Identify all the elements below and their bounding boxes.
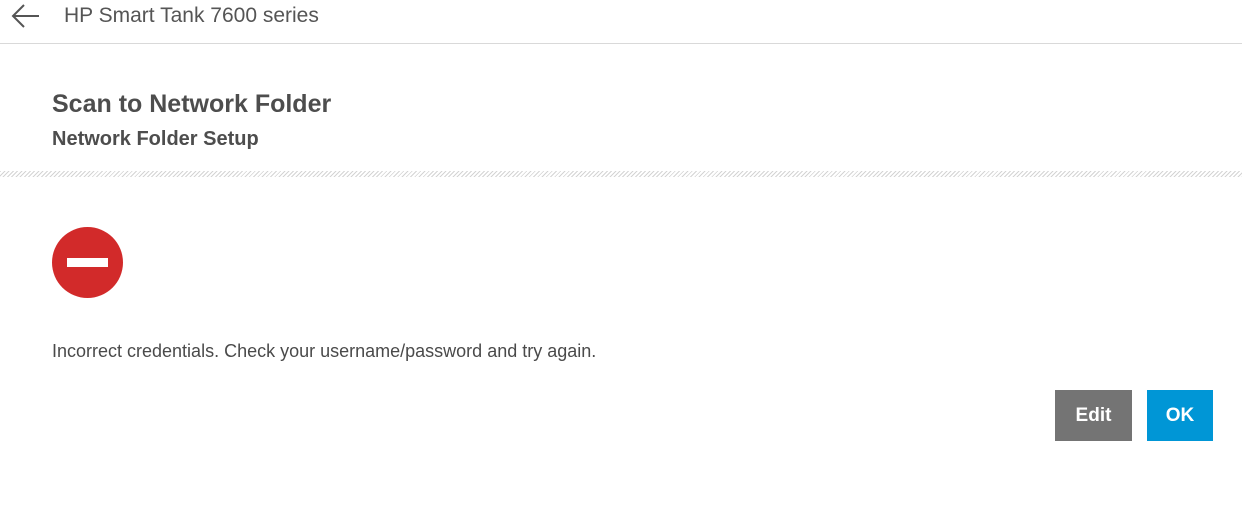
- page-title: Scan to Network Folder: [52, 90, 332, 118]
- section-divider: [0, 171, 1242, 177]
- arrow-left-icon: [11, 4, 39, 28]
- page-subtitle: Network Folder Setup: [52, 128, 259, 150]
- back-button[interactable]: [8, 2, 44, 30]
- error-message: Incorrect credentials. Check your userna…: [52, 341, 597, 361]
- no-entry-icon: [52, 227, 123, 298]
- top-bar: HP Smart Tank 7600 series: [0, 0, 1242, 44]
- edit-button[interactable]: Edit: [1055, 390, 1132, 441]
- page-header: Scan to Network Folder Network Folder Se…: [52, 88, 331, 152]
- app-title: HP Smart Tank 7600 series: [64, 4, 319, 27]
- ok-button[interactable]: OK: [1147, 390, 1213, 441]
